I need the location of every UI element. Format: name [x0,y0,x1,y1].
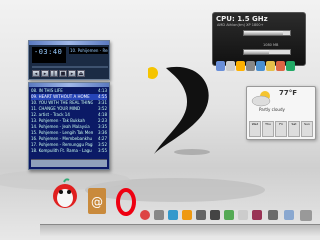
ram-bar [243,49,291,55]
previous-button[interactable]: ◂ [32,70,40,77]
winamp-playlist-window[interactable]: 08. IN THIS LIFE 4:13 09. HEART WITHOUT A … [28,82,110,170]
dock-app-6-icon[interactable] [210,210,220,220]
cpu-model: AMD Athlon(tm) XP 1800+ [217,23,264,27]
forecast-day: Fri [275,121,287,137]
dock-app-2-icon[interactable] [154,210,164,220]
winamp-player-window[interactable]: -03:40 10. Pohijemen - Remembrance ◂ ▸ ‖… [28,40,110,80]
dock-shelf [40,224,320,236]
forecast-day: Sun [301,121,313,137]
cpu-title: CPU: 1.5 GHz [216,15,268,23]
weather-widget[interactable]: 77°F Partly cloudy Wed Thu Fri Sat Sun [246,86,316,140]
track-title-marquee: 10. Pohijemen - Remembrance [69,47,108,54]
playlist-item-title: 18. Kompulith Ft. Rama - Lagu Rindu [31,148,93,153]
address-book-icon[interactable]: @ [86,186,108,216]
dock-app-9-icon[interactable] [252,210,262,220]
trash-icon[interactable] [300,210,312,221]
music-icon[interactable] [276,61,285,71]
dock-app-7-icon[interactable] [224,210,234,220]
notes-icon[interactable] [266,61,275,71]
next-button[interactable]: ▸ [68,70,76,77]
opera-icon[interactable] [116,188,136,216]
winamp-titlebar[interactable] [29,41,109,45]
distro-logo [146,64,218,156]
dock-app-8-icon[interactable] [238,210,248,220]
logo-yellow-dot [146,67,158,79]
folder-icon[interactable] [236,61,245,71]
forecast-day: Thu [262,121,274,137]
dock-app-3-icon[interactable] [168,210,178,220]
temperature: 77°F [279,89,298,97]
forecast-day: Sat [288,121,300,137]
stop-button[interactable]: ■ [59,70,67,77]
dock-app-11-icon[interactable] [284,210,294,220]
dock-app-4-icon[interactable] [182,210,192,220]
playlist-item[interactable]: 18. Kompulith Ft. Rama - Lagu Rindu 3:55 [31,148,107,154]
dock[interactable]: @ [0,178,320,240]
pause-button[interactable]: ‖ [50,70,58,77]
finder-icon[interactable] [216,61,225,71]
svg-text:@: @ [91,195,103,209]
memory-label: 1080 MB [263,43,279,47]
apple-bug-icon[interactable] [50,178,80,214]
weather-cloud-icon [251,91,271,107]
time-display: -03:40 [32,47,66,63]
dock-app-1-icon[interactable] [140,210,150,220]
dock-app-10-icon[interactable] [268,210,278,220]
app-icon[interactable] [286,61,295,71]
dock-app-5-icon[interactable] [196,210,206,220]
settings-icon[interactable] [246,61,255,71]
forecast-day: Wed [249,121,261,137]
playlist[interactable]: 08. IN THIS LIFE 4:13 09. HEART WITHOUT A … [29,87,109,155]
playlist-toolbar[interactable] [31,159,107,167]
network-icon[interactable] [256,61,265,71]
seek-bar[interactable] [32,66,108,68]
cpu-load-bar [243,30,291,36]
calendar-icon[interactable] [226,61,235,71]
widget-icon-shelf[interactable] [216,58,316,74]
weather-condition: Partly cloudy [259,107,285,112]
eject-button[interactable]: ⏏ [77,70,85,77]
play-button[interactable]: ▸ [41,70,49,77]
playlist-item-duration: 3:55 [98,148,107,153]
